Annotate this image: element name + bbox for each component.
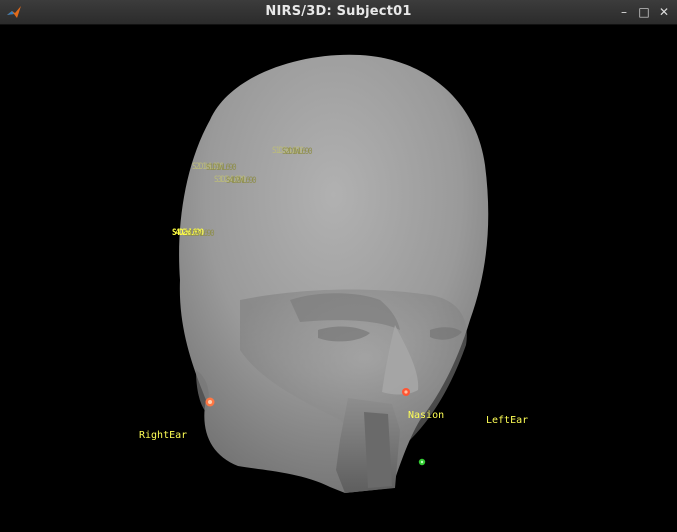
head-surface-render[interactable]: [0, 25, 677, 532]
right-ear-marker[interactable]: [205, 397, 215, 407]
minimize-button[interactable]: –: [617, 5, 631, 19]
channel-label-overlap: S4D2WL690: [226, 176, 257, 186]
right-ear-label: RightEar: [139, 430, 188, 441]
channel-label-overlap: S3D2WL690: [184, 229, 215, 239]
titlebar[interactable]: NIRS/3D: Subject01 – □ ✕: [0, 0, 677, 25]
figure-window: NIRS/3D: Subject01 – □ ✕ S1D1WL690 S2D1W…: [0, 0, 677, 532]
channel-label-overlap: S1D1WL690: [206, 163, 237, 173]
channel-label-overlap: S2D1WL690: [282, 147, 313, 157]
left-ear-label: LeftEar: [486, 415, 529, 426]
nasion-label: Nasion: [408, 410, 445, 421]
close-button[interactable]: ✕: [657, 5, 671, 19]
3d-axes[interactable]: S1D1WL690 S2D1WL690 S2D1WL690 S1D1WL690 …: [0, 25, 677, 532]
head-skull: [179, 54, 489, 493]
nasion-marker[interactable]: [402, 388, 410, 396]
maximize-button[interactable]: □: [637, 5, 651, 19]
window-title: NIRS/3D: Subject01: [265, 4, 412, 19]
jaw-inner: [364, 412, 392, 488]
electrode-marker[interactable]: [418, 458, 426, 466]
